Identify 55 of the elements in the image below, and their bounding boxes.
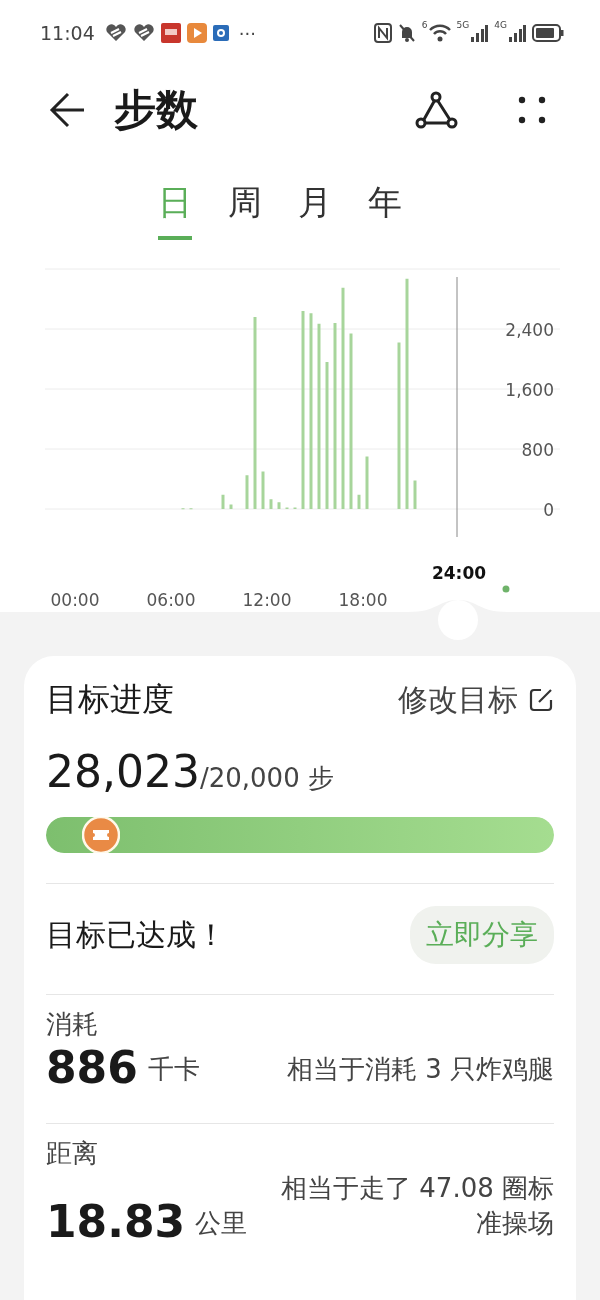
battery-icon: [532, 24, 564, 42]
signal-icon: [508, 24, 526, 42]
card-title: 目标进度: [46, 679, 174, 720]
bar: [261, 471, 265, 509]
nfc-icon: [373, 23, 392, 43]
x-axis-label: 06:00: [146, 590, 196, 610]
period-tab[interactable]: 年: [368, 180, 402, 240]
y-axis-label: 1,600: [505, 380, 554, 400]
bar: [269, 499, 273, 509]
indicator-dot: [502, 585, 510, 593]
bar: [245, 475, 249, 509]
bar: [277, 502, 281, 509]
stat-value: 18.83: [46, 1196, 186, 1247]
wifi-label: 6: [421, 20, 428, 30]
step-target: /20,000 步: [199, 762, 334, 795]
mute-icon: [397, 23, 416, 43]
goal-achieved-text: 目标已达成！: [46, 915, 226, 954]
signal-icon: [470, 24, 489, 42]
edit-icon[interactable]: [528, 687, 554, 713]
app-icon: [212, 25, 229, 41]
y-axis-label: 0: [543, 500, 554, 520]
stat-unit: 公里: [195, 1207, 248, 1240]
bar: [413, 480, 417, 509]
step-count: 28,023: [46, 746, 200, 797]
more-notifications: ···: [238, 22, 256, 44]
play-icon: [186, 23, 207, 43]
cursor-time-label: 24:00: [431, 563, 487, 583]
page-title: 步数: [114, 84, 198, 136]
wifi-icon: [428, 24, 451, 42]
app-icon: [160, 23, 181, 43]
heart-icon: [132, 24, 155, 42]
status-time: 11:04: [40, 22, 95, 44]
stat-value: 886: [46, 1042, 138, 1093]
bar: [229, 504, 233, 509]
bar: [365, 456, 369, 509]
y-axis-label: 2,400: [505, 320, 554, 340]
share-icon[interactable]: [414, 90, 458, 130]
bar: [357, 494, 361, 509]
stat-label: 消耗: [46, 1009, 98, 1039]
stat-note: 相当于走了 47.08 圈标准操场: [280, 1172, 554, 1240]
heart-icon: [104, 24, 127, 42]
ticket-icon: [82, 817, 120, 853]
bar: [221, 494, 225, 509]
stat-label: 距离: [46, 1138, 98, 1168]
network-label: 4G: [494, 20, 507, 30]
x-axis-label: 18:00: [338, 590, 388, 610]
network-label: 5G: [456, 20, 470, 30]
y-axis-label: 800: [521, 440, 554, 460]
x-axis-label: 12:00: [242, 590, 292, 610]
stat-unit: 千卡: [147, 1053, 200, 1086]
x-axis-label: 00:00: [50, 590, 100, 610]
edit-goal-link[interactable]: 修改目标: [398, 679, 518, 721]
stat-note: 相当于消耗 3 只炸鸡腿: [286, 1053, 554, 1086]
period-tab[interactable]: 周: [228, 180, 262, 240]
period-tab[interactable]: 月: [298, 180, 332, 240]
